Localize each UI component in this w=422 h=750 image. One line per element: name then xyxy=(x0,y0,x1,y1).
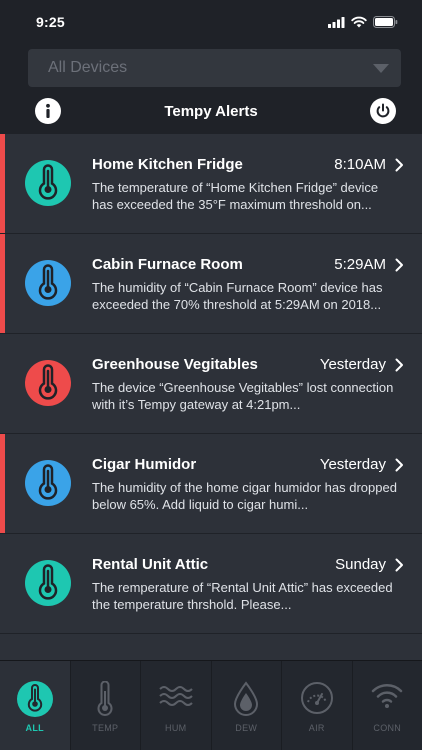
alert-time: Sunday xyxy=(335,556,386,573)
alert-row-rental-unit-attic[interactable]: Rental Unit Attic Sunday The remperature… xyxy=(0,534,422,634)
wifi-status-icon xyxy=(351,16,367,28)
alert-list[interactable]: Home Kitchen Fridge 8:10AM The temperatu… xyxy=(0,134,422,660)
power-button[interactable] xyxy=(370,98,396,124)
alert-thermometer-icon xyxy=(25,360,71,406)
alert-device-name: Cigar Humidor xyxy=(92,456,197,473)
battery-icon xyxy=(373,16,398,28)
alert-thermometer-icon xyxy=(25,160,71,206)
thermometer-dial-icon xyxy=(16,681,53,717)
alert-row-greenhouse-vegitables[interactable]: Greenhouse Vegitables Yesterday The devi… xyxy=(0,334,422,434)
alert-message: The remperature of “Rental Unit Attic” h… xyxy=(92,580,393,612)
gauge-icon xyxy=(300,682,333,714)
alert-thermometer-icon xyxy=(25,560,71,606)
droplet-icon xyxy=(234,681,259,716)
alert-thermometer-icon xyxy=(25,260,71,306)
chevron-right-icon xyxy=(395,558,403,572)
tab-label: ALL xyxy=(25,723,44,733)
alert-device-name: Greenhouse Vegitables xyxy=(92,356,258,373)
waves-icon xyxy=(159,686,193,706)
alert-row-cabin-furnace-room[interactable]: Cabin Furnace Room 5:29AM The humidity o… xyxy=(0,234,422,334)
info-button[interactable] xyxy=(35,98,61,124)
chevron-right-icon xyxy=(395,258,403,272)
alert-time: 8:10AM xyxy=(334,156,386,173)
tab-conn[interactable]: CONN xyxy=(353,661,422,750)
tab-label: AIR xyxy=(308,723,325,733)
alert-device-name: Rental Unit Attic xyxy=(92,556,209,573)
alert-thermometer-icon xyxy=(25,460,71,506)
alert-device-name: Cabin Furnace Room xyxy=(92,256,243,273)
dropdown-caret-icon xyxy=(373,63,389,73)
status-bar: 9:25 xyxy=(0,0,422,44)
tab-all[interactable]: ALL xyxy=(0,661,71,750)
chevron-right-icon xyxy=(395,458,403,472)
device-filter-dropdown[interactable]: All Devices xyxy=(28,49,401,87)
tab-label: CONN xyxy=(373,723,402,733)
tab-air[interactable]: AIR xyxy=(282,661,353,750)
alert-row-cigar-humidor[interactable]: Cigar Humidor Yesterday The humidity of … xyxy=(0,434,422,534)
thermometer-icon xyxy=(97,681,113,716)
app-header: Tempy Alerts xyxy=(0,92,422,130)
device-filter-value: All Devices xyxy=(48,59,128,76)
wifi-icon xyxy=(372,684,403,708)
tab-dew[interactable]: DEW xyxy=(212,661,282,750)
cellular-signal-icon xyxy=(328,16,345,28)
alert-time: Yesterday xyxy=(319,456,386,473)
alert-row-home-kitchen-fridge[interactable]: Home Kitchen Fridge 8:10AM The temperatu… xyxy=(0,134,422,234)
tab-bar: ALL TEMP HUM DEW AIR CONN xyxy=(0,660,422,750)
tab-temp[interactable]: TEMP xyxy=(71,661,141,750)
alert-message: The humidity of “Cabin Furnace Room” dev… xyxy=(92,280,383,312)
tab-hum[interactable]: HUM xyxy=(141,661,212,750)
chevron-right-icon xyxy=(395,358,403,372)
alert-row-partial[interactable] xyxy=(0,634,422,660)
status-time: 9:25 xyxy=(36,14,65,30)
chevron-right-icon xyxy=(395,158,403,172)
alert-message: The humidity of the home cigar humidor h… xyxy=(92,480,397,512)
alert-message: The device “Greenhouse Vegitables” lost … xyxy=(92,380,394,412)
alert-message: The temperature of “Home Kitchen Fridge”… xyxy=(92,180,379,212)
alert-device-name: Home Kitchen Fridge xyxy=(92,156,243,173)
alert-time: Yesterday xyxy=(319,356,386,373)
status-icons xyxy=(328,16,398,28)
info-icon xyxy=(46,103,50,118)
tab-label: DEW xyxy=(235,723,258,733)
power-icon xyxy=(376,103,390,118)
page-title: Tempy Alerts xyxy=(164,102,258,120)
tab-label: HUM xyxy=(165,723,187,733)
alert-time: 5:29AM xyxy=(334,256,386,273)
tab-label: TEMP xyxy=(92,723,119,733)
